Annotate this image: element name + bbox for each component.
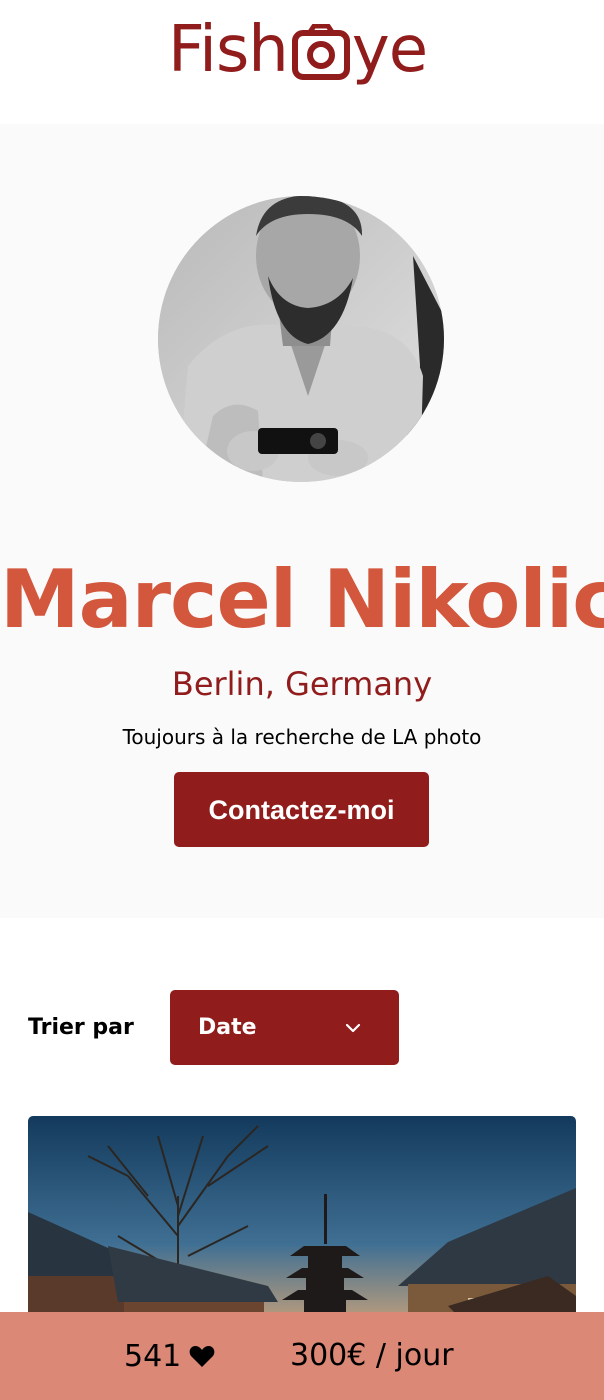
sort-label: Trier par [28, 1015, 134, 1040]
logo-text-fish: Fish [168, 13, 289, 87]
photographer-location: Berlin, Germany [171, 665, 433, 703]
photographer-name: Marcel Nikolic [0, 552, 604, 646]
daily-price: 300€ / jour [290, 1338, 454, 1373]
heart-icon [189, 1346, 215, 1367]
total-likes: 541 [124, 1312, 215, 1400]
photographer-header: Marcel Nikolic Berlin, Germany Toujours … [0, 124, 604, 918]
likes-price-bar: 541 300€ / jour [0, 1312, 604, 1400]
sort-select[interactable]: Date [170, 990, 399, 1065]
chevron-down-icon [345, 1020, 361, 1036]
likes-count: 541 [124, 1338, 182, 1374]
header: Fish ye [0, 0, 604, 124]
photographer-avatar [158, 196, 444, 482]
contact-button[interactable]: Contactez-moi [174, 772, 429, 847]
camera-icon [291, 23, 350, 82]
fisheye-logo[interactable]: Fish ye [168, 13, 428, 94]
logo-text-ye: ye [351, 13, 428, 87]
photographer-tagline: Toujours à la recherche de LA photo [122, 725, 482, 749]
sort-selected-value: Date [198, 1015, 257, 1040]
